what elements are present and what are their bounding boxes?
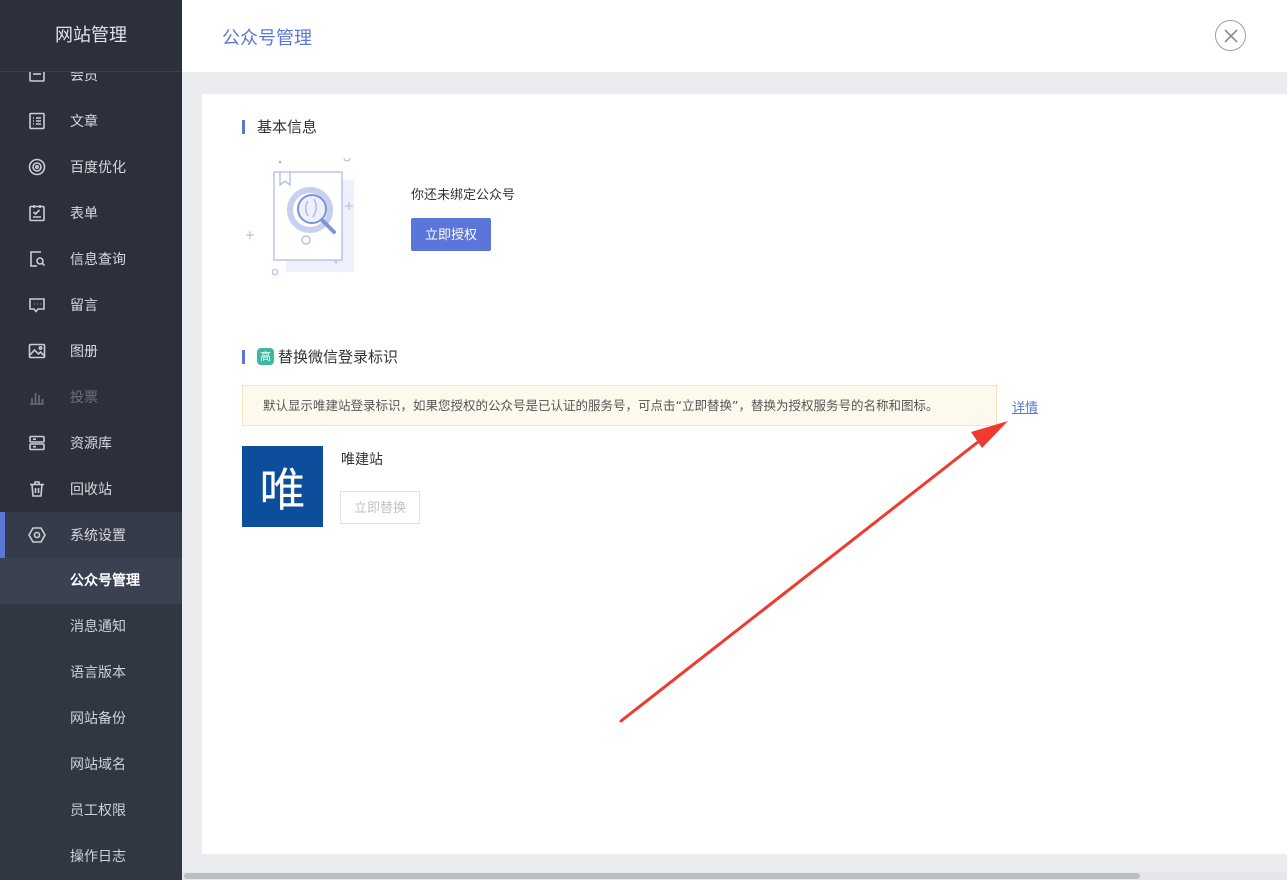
close-icon	[1223, 28, 1238, 43]
sidebar-title: 网站管理	[0, 0, 182, 72]
message-icon	[26, 294, 48, 316]
sidebar-item-vote[interactable]: 投票	[0, 374, 182, 420]
sidebar-item-settings[interactable]: 系统设置	[0, 512, 182, 558]
submenu-item-log[interactable]: 操作日志	[0, 834, 182, 880]
empty-search-illustration	[246, 158, 354, 276]
trash-icon	[26, 478, 48, 500]
sidebar-item-article[interactable]: 文章	[0, 98, 182, 144]
sidebar-item-label: 百度优化	[70, 160, 126, 176]
resource-icon	[26, 432, 48, 454]
vote-icon	[26, 386, 48, 408]
sidebar-item-label: 文章	[70, 114, 98, 130]
submenu-item-notification[interactable]: 消息通知	[0, 604, 182, 650]
authorize-button[interactable]: 立即授权	[411, 218, 491, 251]
submenu-item-wechat[interactable]: 公众号管理	[0, 558, 182, 604]
query-icon	[26, 248, 48, 270]
close-button[interactable]	[1215, 20, 1246, 51]
notice-banner: 默认显示唯建站登录标识，如果您授权的公众号是已认证的服务号，可点击“立即替换”，…	[242, 385, 997, 426]
submenu-item-backup[interactable]: 网站备份	[0, 696, 182, 742]
submenu-item-permissions[interactable]: 员工权限	[0, 788, 182, 834]
sidebar-item-label: 回收站	[70, 482, 112, 498]
page-header: 公众号管理	[182, 0, 1287, 72]
sidebar-item-label: 投票	[70, 390, 98, 406]
section-title: 基本信息	[257, 118, 318, 136]
sidebar-item-resource[interactable]: 资源库	[0, 420, 182, 466]
site-logo: 唯	[242, 446, 323, 527]
page-title: 公众号管理	[222, 28, 312, 49]
scrollbar-thumb[interactable]	[184, 873, 1140, 879]
sidebar-item-seo[interactable]: 百度优化	[0, 144, 182, 190]
sidebar-item-query[interactable]: 信息查询	[0, 236, 182, 282]
sidebar-item-label: 图册	[70, 344, 98, 360]
detail-link[interactable]: 详情	[1012, 397, 1038, 416]
seo-icon	[26, 156, 48, 178]
sidebar-item-trash[interactable]: 回收站	[0, 466, 182, 512]
unbound-status-text: 你还未绑定公众号	[411, 188, 516, 203]
form-icon	[26, 202, 48, 224]
premium-badge-icon: 高	[257, 348, 274, 365]
horizontal-scrollbar[interactable]	[182, 872, 1287, 880]
section-bar	[242, 349, 245, 364]
section-title: 替换微信登录标识	[278, 348, 399, 366]
section-basic-info: 基本信息	[242, 116, 317, 137]
sidebar-menu: 会员 文章 百度优化 表单 信息查询 留言 图册 投票 资源库 回收站 系统设置…	[0, 52, 182, 880]
settings-submenu: 公众号管理 消息通知 语言版本 网站备份 网站域名 员工权限 操作日志	[0, 558, 182, 880]
sidebar-item-label: 留言	[70, 298, 98, 314]
submenu-item-language[interactable]: 语言版本	[0, 650, 182, 696]
sidebar: 会员 文章 百度优化 表单 信息查询 留言 图册 投票 资源库 回收站 系统设置…	[0, 0, 182, 880]
content-card: 基本信息 你还未绑定公众号 立即授权 高 替换微信登录标识 默认显示唯建站登录标…	[202, 94, 1287, 854]
section-bar	[242, 119, 245, 134]
sidebar-item-label: 系统设置	[70, 528, 126, 544]
sidebar-item-label: 资源库	[70, 436, 112, 452]
sidebar-item-label: 表单	[70, 206, 98, 222]
article-icon	[26, 110, 48, 132]
submenu-item-domain[interactable]: 网站域名	[0, 742, 182, 788]
replace-button[interactable]: 立即替换	[340, 491, 420, 524]
site-name: 唯建站	[341, 452, 383, 468]
settings-icon	[26, 524, 48, 546]
gallery-icon	[26, 340, 48, 362]
section-login-mark: 高 替换微信登录标识	[242, 346, 398, 367]
sidebar-item-label: 信息查询	[70, 252, 126, 268]
sidebar-item-message[interactable]: 留言	[0, 282, 182, 328]
sidebar-item-gallery[interactable]: 图册	[0, 328, 182, 374]
sidebar-item-form[interactable]: 表单	[0, 190, 182, 236]
